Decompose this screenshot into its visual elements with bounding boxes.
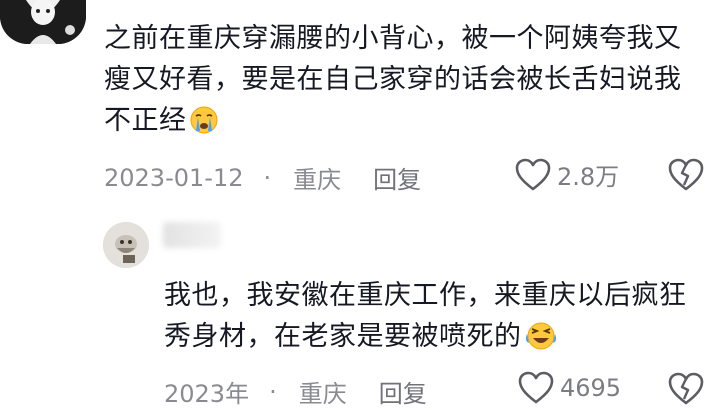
like-button[interactable]: 2.8万 [515,157,619,192]
heart-outline-icon [518,371,554,404]
avatar-image [0,0,86,44]
heart-outline-icon [515,158,551,190]
meta-separator: · [263,163,272,192]
dislike-button[interactable] [668,372,704,410]
like-count: 4695 [560,374,622,402]
like-button[interactable]: 4695 [518,371,621,405]
crying-face-emoji [189,105,219,147]
comment-meta: 2023-01-12 · 重庆 回复 [104,160,421,195]
dislike-button[interactable] [668,158,704,196]
reply-text: 我也，我安徽在重庆工作，来重庆以后疯狂秀身材，在老家是要被喷死的 [164,275,704,363]
reply-button[interactable]: 回复 [373,160,421,195]
reply-body: 我也，我安徽在重庆工作，来重庆以后疯狂秀身材，在老家是要被喷死的 [164,280,687,352]
blurred-username [163,222,221,248]
broken-heart-icon [668,158,704,191]
comment-date: 2023-01-12 [104,163,244,192]
laughing-crying-face-emoji [524,321,558,363]
reply-button[interactable]: 回复 [379,374,427,409]
meta-separator: · [269,377,277,406]
like-count: 2.8万 [557,163,620,191]
reply-meta: 2023年 · 重庆 回复 [164,374,427,409]
comment-text: 之前在重庆穿漏腰的小背心，被一个阿姨夸我又瘦又好看，要是在自己家穿的话会被长舌妇… [104,18,704,147]
reply-date: 2023年 [164,380,250,408]
comment-location: 重庆 [293,166,342,194]
reply-location: 重庆 [298,380,347,408]
broken-heart-icon [668,372,704,405]
replier-avatar[interactable] [103,222,149,268]
commenter-avatar[interactable] [0,0,86,44]
avatar-image [103,222,149,268]
